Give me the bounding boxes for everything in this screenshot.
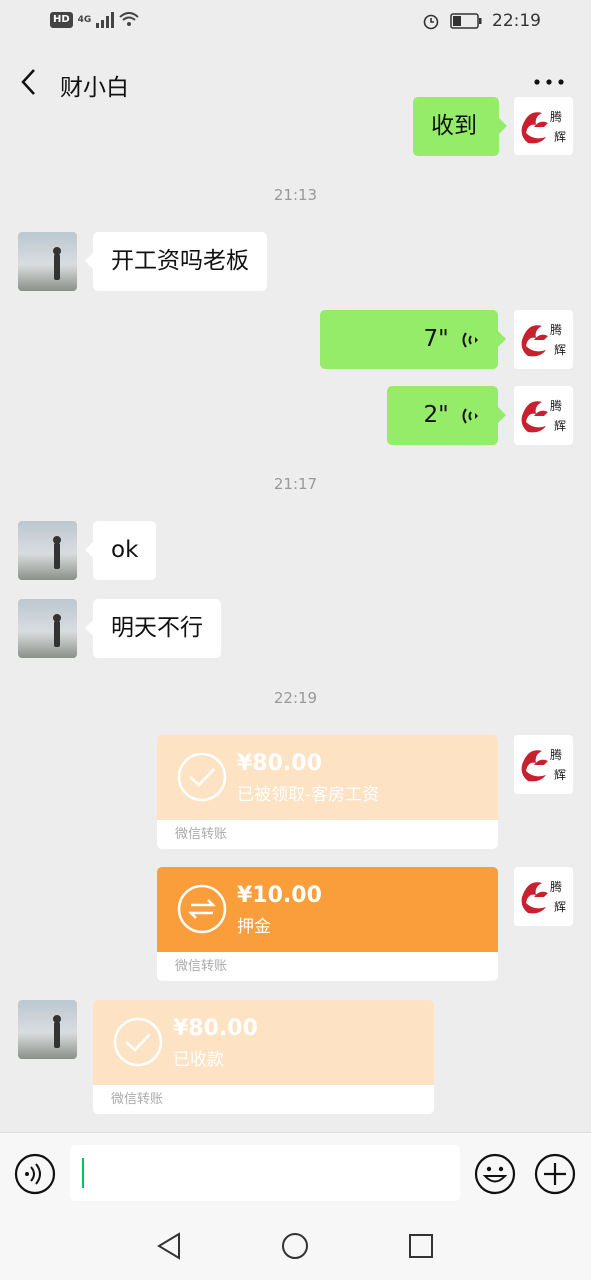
voice-duration: 7" — [423, 326, 449, 352]
transfer-desc: 已被领取-客房工资 — [237, 785, 380, 805]
signal-icon — [96, 12, 115, 28]
nav-recent-icon[interactable] — [405, 1230, 437, 1262]
nav-back-icon[interactable] — [153, 1230, 185, 1262]
logo-char-1: 腾 — [550, 322, 562, 337]
add-icon[interactable] — [534, 1153, 576, 1195]
voice-duration: 2" — [423, 402, 449, 428]
check-icon — [113, 1017, 163, 1067]
transfer-card[interactable]: ¥80.00 已被领取-客房工资 微信转账 — [157, 735, 498, 849]
voice-wave-icon — [462, 331, 478, 348]
hd-badge: HD — [50, 12, 73, 28]
text-caret — [82, 1158, 84, 1188]
emoji-icon[interactable] — [474, 1153, 516, 1195]
logo-char-1: 腾 — [550, 879, 562, 894]
logo-char-2: 辉 — [554, 768, 566, 782]
logo-char-1: 腾 — [550, 109, 562, 124]
logo-icon: 腾辉 — [521, 398, 566, 433]
transfer-label: 微信转账 — [157, 820, 498, 849]
time-divider: 22:19 — [273, 689, 318, 707]
logo-char-2: 辉 — [554, 419, 566, 433]
battery-icon — [450, 13, 482, 29]
voice-message[interactable]: 2" — [387, 386, 506, 445]
logo-icon: 腾辉 — [521, 747, 566, 782]
chat-header: 财小白 — [0, 46, 591, 118]
voice-wave-icon — [462, 407, 478, 424]
network-label: 4G — [77, 15, 92, 25]
more-icon[interactable] — [529, 68, 569, 96]
logo-char-2: 辉 — [554, 900, 566, 914]
message-bubble-received[interactable]: 明天不行 — [85, 599, 221, 658]
transfer-label: 微信转账 — [157, 952, 498, 981]
logo-char-1: 腾 — [550, 398, 562, 413]
transfer-desc: 已收款 — [173, 1050, 224, 1070]
my-avatar[interactable]: 腾辉 — [514, 867, 573, 926]
friend-avatar[interactable] — [18, 599, 77, 658]
friend-avatar[interactable] — [18, 1000, 77, 1059]
logo-char-1: 腾 — [550, 747, 562, 762]
input-bar — [0, 1132, 591, 1213]
transfer-card[interactable]: ¥10.00 押金 微信转账 — [157, 867, 498, 981]
my-avatar[interactable]: 腾辉 — [514, 97, 573, 155]
friend-avatar[interactable] — [18, 521, 77, 580]
logo-icon: 腾辉 — [521, 322, 566, 357]
check-icon — [177, 752, 227, 802]
status-right: 22:19 — [422, 11, 541, 31]
transfer-arrows-icon — [177, 884, 227, 934]
system-nav-bar — [0, 1212, 591, 1280]
my-avatar[interactable]: 腾辉 — [514, 386, 573, 445]
message-bubble-sent[interactable]: 收到 — [413, 97, 507, 156]
nav-home-icon[interactable] — [279, 1230, 311, 1262]
message-bubble-received[interactable]: ok — [84, 521, 157, 580]
status-left: HD 4G — [50, 12, 139, 28]
transfer-desc: 押金 — [237, 917, 271, 937]
transfer-card[interactable]: ¥80.00 已收款 微信转账 — [93, 1000, 434, 1114]
clock: 22:19 — [492, 11, 541, 31]
logo-char-2: 辉 — [554, 343, 566, 357]
logo-icon: 腾辉 — [521, 879, 566, 914]
transfer-amount: ¥80.00 — [237, 751, 322, 776]
voice-message[interactable]: 7" — [320, 310, 506, 369]
wifi-icon — [119, 12, 139, 26]
message-input[interactable] — [70, 1145, 460, 1201]
my-avatar[interactable]: 腾辉 — [514, 735, 573, 794]
time-divider: 21:13 — [273, 186, 318, 204]
transfer-label: 微信转账 — [93, 1085, 434, 1114]
back-icon[interactable] — [18, 68, 40, 96]
logo-char-2: 辉 — [554, 130, 566, 144]
voice-input-icon[interactable] — [14, 1153, 56, 1195]
status-bar: HD 4G 22:19 — [0, 0, 591, 46]
friend-avatar[interactable] — [18, 232, 77, 291]
transfer-amount: ¥80.00 — [173, 1016, 258, 1041]
time-divider: 21:17 — [273, 475, 318, 493]
message-bubble-received[interactable]: 开工资吗老板 — [85, 232, 267, 291]
logo-icon: 腾辉 — [521, 109, 566, 144]
chat-title: 财小白 — [60, 75, 129, 101]
my-avatar[interactable]: 腾辉 — [514, 310, 573, 369]
alarm-icon — [423, 14, 439, 30]
transfer-amount: ¥10.00 — [237, 883, 322, 908]
